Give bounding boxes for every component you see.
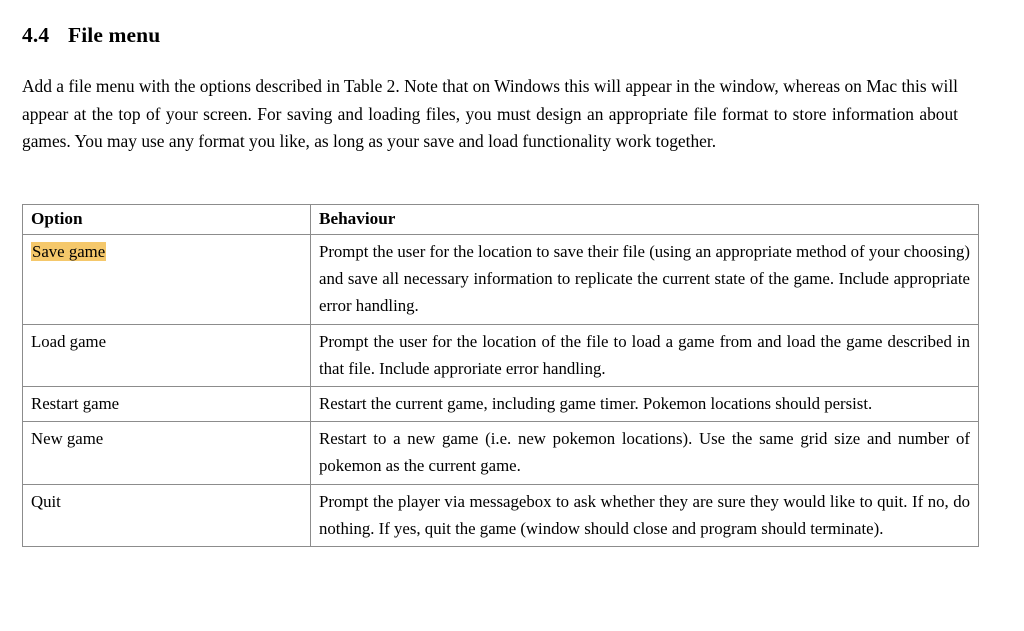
- file-menu-options-table: Option Behaviour Save game Prompt the use…: [22, 204, 979, 548]
- section-title: File menu: [68, 22, 161, 47]
- behaviour-text: Prompt the player via messagebox to ask …: [319, 491, 970, 538]
- highlighted-option-text: Save game: [31, 242, 107, 261]
- behaviour-cell: Restart to a new game (i.e. new pokemon …: [310, 421, 979, 485]
- behaviour-text: Prompt the user for the location of the …: [319, 331, 970, 378]
- option-text: Load game: [31, 331, 107, 351]
- option-text: Restart game: [31, 394, 120, 414]
- behaviour-cell: Prompt the player via messagebox to ask …: [310, 483, 979, 548]
- option-cell: Load game: [22, 323, 311, 388]
- column-header-behaviour: Behaviour: [310, 204, 979, 235]
- behaviour-cell: Restart the current game, including game…: [310, 386, 979, 423]
- table-header: Option Behaviour: [22, 204, 979, 235]
- behaviour-cell: Prompt the user for the location of the …: [310, 323, 979, 388]
- option-text: Quit: [31, 491, 61, 511]
- behaviour-text: Restart the current game, including game…: [319, 394, 873, 414]
- section-number: 4.4: [22, 22, 50, 47]
- option-text: New game: [31, 429, 104, 449]
- option-cell: New game: [22, 421, 311, 485]
- table-row: Restart game Restart the current game, in…: [22, 386, 979, 423]
- table-row: Quit Prompt the player via messagebox to …: [22, 483, 979, 548]
- intro-paragraph: Add a file menu with the options describ…: [22, 76, 958, 151]
- option-cell: Save game: [22, 234, 311, 325]
- table-header-row: Option Behaviour: [22, 204, 979, 235]
- table-row: New game Restart to a new game (i.e. new …: [22, 421, 979, 485]
- behaviour-cell: Prompt the user for the location to save…: [310, 234, 979, 325]
- table-body: Save game Prompt the user for the locatio…: [22, 234, 979, 548]
- option-cell: Restart game: [22, 386, 311, 423]
- option-cell: Quit: [22, 483, 311, 548]
- behaviour-text: Prompt the user for the location to save…: [319, 242, 970, 316]
- page-title: 4.4 File menu: [22, 23, 160, 48]
- behaviour-text: Restart to a new game (i.e. new pokemon …: [319, 429, 970, 476]
- document-page: 4.4 File menu Add a file menu with the op…: [0, 0, 1024, 631]
- column-header-option: Option: [22, 204, 311, 235]
- table-row: Save game Prompt the user for the locatio…: [22, 234, 979, 325]
- table-row: Load game Prompt the user for the locatio…: [22, 323, 979, 388]
